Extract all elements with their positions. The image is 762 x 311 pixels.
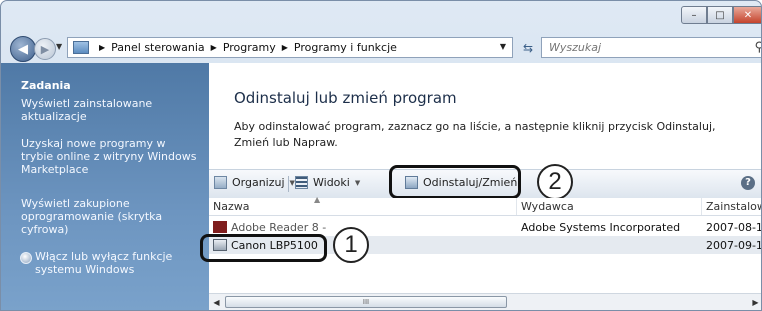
back-button[interactable]: ◀ xyxy=(10,36,36,62)
callout-step-1: 1 xyxy=(333,227,369,263)
close-button[interactable]: ✕ xyxy=(733,6,761,24)
column-header-name[interactable]: Nazwa xyxy=(213,200,249,213)
control-panel-icon xyxy=(73,41,89,54)
row-publisher-cell: Adobe Systems Incorporated xyxy=(521,221,681,234)
task-pane: Zadania Wyświetl zainstalowane aktualiza… xyxy=(1,63,209,310)
control-panel-window: – □ ✕ ◀ ▶ ▼ ▶ Panel sterowania ▶ Program… xyxy=(0,0,762,311)
forward-button[interactable]: ▶ xyxy=(34,38,56,60)
adobe-reader-icon xyxy=(213,221,227,233)
row-installed-cell: 2007-09-13 xyxy=(706,239,761,252)
shield-icon xyxy=(20,252,32,264)
maximize-button[interactable]: □ xyxy=(707,6,733,24)
scroll-right-icon[interactable]: ▶ xyxy=(748,294,761,310)
callout-step-2: 2 xyxy=(537,164,573,200)
highlight-canon-row xyxy=(200,234,327,262)
caption-buttons: – □ ✕ xyxy=(681,6,761,24)
column-divider[interactable] xyxy=(516,198,517,215)
scroll-left-icon[interactable]: ◀ xyxy=(209,294,224,310)
row-installed-cell: 2007-08-15 xyxy=(706,221,761,234)
navigation-bar: ◀ ▶ ▼ ▶ Panel sterowania ▶ Programy ▶ Pr… xyxy=(1,33,761,63)
window-body: Zadania Wyświetl zainstalowane aktualiza… xyxy=(1,63,761,310)
views-icon xyxy=(295,176,308,189)
sort-ascending-icon: ▲ xyxy=(314,195,321,204)
task-link-windows-features[interactable]: Włącz lub wyłącz funkcje systemu Windows xyxy=(20,250,201,276)
refresh-icon[interactable]: ⇆ xyxy=(518,39,538,57)
task-link-windows-features-label: Włącz lub wyłącz funkcje systemu Windows xyxy=(35,250,173,276)
organize-button[interactable]: Organizuj ▼ xyxy=(214,176,295,189)
scrollbar-thumb[interactable]: III xyxy=(225,296,507,308)
search-box[interactable]: ⚲ xyxy=(541,37,761,58)
breadcrumb-item-programs-and-features[interactable]: Programy i funkcje xyxy=(294,41,397,54)
views-label: Widoki xyxy=(313,176,350,189)
breadcrumb-separator-icon[interactable]: ▶ xyxy=(99,43,105,52)
column-header-installed-on[interactable]: Zainstalow... xyxy=(706,200,761,213)
views-button[interactable]: Widoki ▼ xyxy=(295,176,360,189)
horizontal-scrollbar[interactable]: ◀ III ▶ xyxy=(209,293,761,310)
page-description: Aby odinstalować program, zaznacz go na … xyxy=(234,120,716,149)
help-icon[interactable]: ? xyxy=(741,176,755,190)
task-link-get-programs-online[interactable]: Uzyskaj nowe programy w trybie online z … xyxy=(21,137,201,176)
column-divider[interactable] xyxy=(701,198,702,215)
title-bar: – □ ✕ xyxy=(1,1,761,33)
row-name-text: Adobe Reader 8 - Poli... xyxy=(231,221,327,234)
address-bar[interactable]: ▶ Panel sterowania ▶ Programy ▶ Programy… xyxy=(67,37,513,58)
minimize-button[interactable]: – xyxy=(681,6,707,24)
arrow-right-icon: ▶ xyxy=(40,42,50,56)
row-name-cell: Adobe Reader 8 - Poli... xyxy=(213,221,327,234)
main-content: Odinstaluj lub zmień program Aby odinsta… xyxy=(200,63,761,310)
column-headers: Nazwa ▲ Wydawca Zainstalow... xyxy=(209,195,761,216)
recent-pages-dropdown-icon[interactable]: ▼ xyxy=(56,42,62,51)
chevron-down-icon: ▼ xyxy=(354,178,361,187)
breadcrumb-separator-icon[interactable]: ▶ xyxy=(211,43,217,52)
page-title: Odinstaluj lub zmień program xyxy=(234,89,457,107)
task-link-view-purchased-software[interactable]: Wyświetl zakupione oprogramowanie (skryt… xyxy=(21,197,201,236)
search-icon[interactable]: ⚲ xyxy=(754,40,761,55)
highlight-uninstall-button xyxy=(389,165,521,199)
search-input[interactable] xyxy=(547,40,741,55)
task-pane-heading: Zadania xyxy=(21,79,71,92)
address-dropdown-icon[interactable]: ▼ xyxy=(500,42,506,51)
task-link-view-installed-updates[interactable]: Wyświetl zainstalowane aktualizacje xyxy=(21,97,201,123)
breadcrumb-item-programs[interactable]: Programy xyxy=(223,41,276,54)
column-header-publisher[interactable]: Wydawca xyxy=(521,200,574,213)
breadcrumb-separator-icon[interactable]: ▶ xyxy=(282,43,288,52)
organize-label: Organizuj xyxy=(232,176,285,189)
toolbar-separator xyxy=(288,176,289,192)
arrow-left-icon: ◀ xyxy=(18,41,28,57)
breadcrumb: ▶ Panel sterowania ▶ Programy ▶ Programy… xyxy=(93,41,397,54)
breadcrumb-item-control-panel[interactable]: Panel sterowania xyxy=(111,41,205,54)
organize-icon xyxy=(214,176,227,189)
